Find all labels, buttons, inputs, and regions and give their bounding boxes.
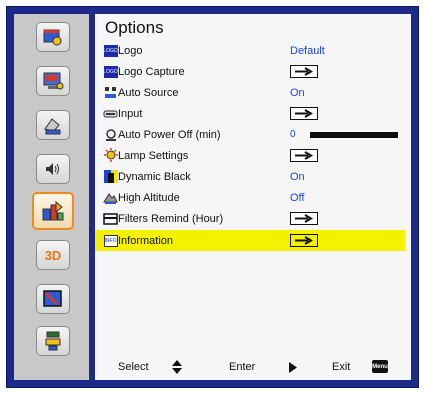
menu-item-input[interactable]: Input	[95, 103, 405, 124]
menu-item-label: Filters Remind (Hour)	[118, 212, 224, 225]
display-settings-icon	[43, 72, 64, 90]
arrow-right-icon	[295, 214, 313, 223]
menu-item-auto-power-off[interactable]: Auto Power Off (min) 0	[95, 124, 405, 145]
menu-item-label: High Altitude	[118, 191, 180, 204]
setup-icon	[44, 118, 61, 135]
menu-item-filters-remind[interactable]: Filters Remind (Hour)	[95, 208, 405, 229]
arrow-right-icon	[295, 109, 313, 118]
lamp-settings-icon	[102, 148, 119, 163]
menu-item-logo[interactable]: LOGO Logo Default	[95, 40, 405, 61]
information-icon: INFO	[102, 233, 119, 248]
enter-hint-label: Enter	[229, 361, 256, 373]
enter-arrow-button[interactable]	[290, 65, 318, 78]
menu-item-label: Information	[118, 234, 174, 247]
menu-item-value: On	[290, 170, 305, 183]
menu-item-high-altitude[interactable]: High Altitude Off	[95, 187, 405, 208]
menu-item-value: Default	[290, 44, 325, 57]
menu-item-logo-capture[interactable]: LOGO Logo Capture	[95, 61, 405, 82]
options-icon	[42, 200, 64, 221]
sidebar-item-settings[interactable]	[36, 284, 70, 314]
key-hints: Select Enter Exit Menu	[95, 354, 411, 380]
sidebar-item-audio[interactable]	[36, 154, 70, 184]
volume-icon	[46, 163, 59, 175]
page-title: Options	[105, 18, 164, 37]
menu-item-label: Logo Capture	[118, 65, 185, 78]
interactive-icon	[43, 290, 62, 307]
picture-settings-icon	[43, 29, 62, 46]
menu-key-icon: Menu	[372, 360, 388, 373]
menu-item-label: Input	[118, 107, 143, 120]
menu-item-label: Auto Source	[118, 86, 179, 99]
exit-hint-label: Exit	[332, 361, 351, 373]
sidebar-item-setup[interactable]	[36, 110, 70, 140]
logo-icon: LOGO	[102, 43, 119, 58]
3d-icon: 3D	[44, 247, 62, 263]
sidebar-item-display[interactable]	[36, 66, 70, 96]
menu-item-information[interactable]: INFO Information	[95, 230, 405, 251]
menu-item-value: On	[290, 86, 305, 99]
menu-item-value: Off	[290, 191, 305, 204]
high-altitude-icon	[102, 190, 119, 205]
logo-capture-icon: LOGO	[102, 64, 119, 79]
enter-arrow-button[interactable]	[290, 107, 318, 120]
auto-power-off-value: 0	[290, 129, 296, 140]
enter-arrow-button[interactable]	[290, 234, 318, 247]
menu-item-auto-source[interactable]: Auto Source On	[95, 82, 405, 103]
sidebar-item-network[interactable]	[36, 326, 70, 356]
arrow-right-icon	[295, 236, 313, 245]
select-hint-label: Select	[118, 361, 149, 373]
enter-arrow-button[interactable]	[290, 149, 318, 162]
menu-item-label: Lamp Settings	[118, 149, 189, 162]
enter-arrow-button[interactable]	[290, 212, 318, 225]
auto-power-off-icon	[102, 127, 119, 142]
sidebar-item-options[interactable]	[32, 192, 74, 230]
auto-source-icon	[102, 85, 119, 100]
sidebar: 3D	[14, 14, 89, 380]
menu-item-label: Logo	[118, 44, 143, 57]
sidebar-item-image[interactable]	[36, 22, 70, 52]
dynamic-black-icon	[102, 169, 119, 184]
menu-item-label: Dynamic Black	[118, 170, 191, 183]
right-arrow-icon	[289, 362, 297, 373]
arrow-right-icon	[295, 151, 313, 160]
menu-item-lamp-settings[interactable]: Lamp Settings	[95, 145, 405, 166]
input-icon	[102, 106, 119, 121]
up-down-arrows-icon	[172, 360, 182, 374]
filter-icon	[102, 211, 119, 226]
menu-item-label: Auto Power Off (min)	[118, 128, 221, 141]
options-panel: Options LOGO Logo Default LOGO Logo Capt…	[95, 14, 411, 380]
arrow-right-icon	[295, 67, 313, 76]
sidebar-item-3d[interactable]: 3D	[36, 240, 70, 270]
menu-item-dynamic-black[interactable]: Dynamic Black On	[95, 166, 405, 187]
network-icon	[45, 331, 61, 351]
auto-power-off-slider[interactable]	[310, 132, 398, 138]
